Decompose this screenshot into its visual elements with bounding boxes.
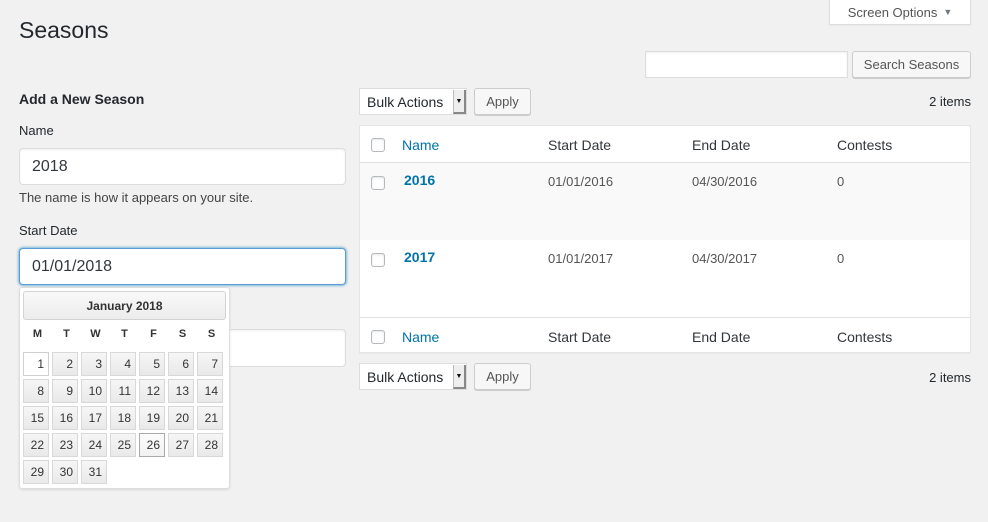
weekday-header: T [121,328,128,340]
datepicker-month-title: January 2018 [23,291,226,320]
start-date-input[interactable]: 01/01/2018 [19,248,346,285]
dropdown-arrow-icon: ▼ [453,365,466,389]
weekday-header: S [207,328,216,340]
column-header-name[interactable]: Name [402,137,439,153]
column-header-start-date: Start Date [548,137,612,153]
datepicker-day[interactable]: 17 [81,406,107,430]
dropdown-arrow-icon: ▼ [453,90,466,114]
datepicker-day[interactable]: 5 [139,352,165,376]
weekday-header: S [178,328,187,340]
bulk-actions-label: Bulk Actions [367,368,444,385]
datepicker-days: 1 2 3 4 5 6 7 8 9 10 11 12 13 14 15 16 17 18 19 20 21 22 23 24 2… [23,352,228,484]
datepicker-day[interactable]: 1 [23,352,49,376]
datepicker: January 2018 MTWTFSS 1 2 3 4 5 6 7 8 9 10 11 12 13 14… [19,287,230,489]
contests-cell: 0 [837,251,845,266]
datepicker-day[interactable]: 20 [168,406,194,430]
screen-options-label: Screen Options [847,4,938,20]
column-footer-contests: Contests [837,329,893,345]
column-footer-start-date: Start Date [548,329,612,345]
search-input[interactable] [645,51,848,78]
bulk-actions-select-bottom[interactable]: Bulk Actions ▼ [359,363,467,390]
datepicker-day[interactable]: 30 [52,460,78,484]
start-date-cell: 01/01/2017 [548,251,614,266]
name-help-text: The name is how it appears on your site. [19,190,254,205]
datepicker-day[interactable]: 16 [52,406,78,430]
datepicker-day[interactable]: 21 [197,406,223,430]
table-row: 2017 01/01/2017 04/30/2017 0 [360,240,970,317]
column-header-end-date: End Date [692,137,751,153]
column-header-contests: Contests [837,137,893,153]
page-title: Seasons [19,17,109,43]
start-date-input-value: 01/01/2018 [32,257,113,275]
items-count-top: 2 items [929,94,971,109]
select-all-checkbox[interactable] [371,138,385,152]
column-footer-end-date: End Date [692,329,751,345]
datepicker-day[interactable]: 23 [52,433,78,457]
bulk-actions-label: Bulk Actions [367,93,444,110]
weekday-header: W [90,328,101,340]
datepicker-day[interactable]: 11 [110,379,136,403]
end-date-cell: 04/30/2017 [692,251,758,266]
datepicker-day[interactable]: 27 [168,433,194,457]
datepicker-day[interactable]: 25 [110,433,136,457]
weekday-header: M [32,328,43,340]
end-date-cell: 04/30/2016 [692,174,758,189]
row-checkbox[interactable] [371,176,385,190]
weekday-header: T [63,328,70,340]
datepicker-day[interactable]: 29 [23,460,49,484]
datepicker-day[interactable]: 6 [168,352,194,376]
screen-options-button[interactable]: Screen Options ▼ [829,0,971,25]
form-title: Add a New Season [19,91,145,107]
start-date-label: Start Date [19,223,78,238]
weekday-header: F [150,328,157,340]
datepicker-day[interactable]: 12 [139,379,165,403]
datepicker-day[interactable]: 4 [110,352,136,376]
datepicker-day[interactable]: 31 [81,460,107,484]
table-footer-row: Name Start Date End Date Contests [360,317,970,353]
bulk-actions-select-top[interactable]: Bulk Actions ▼ [359,88,467,115]
datepicker-day[interactable]: 15 [23,406,49,430]
datepicker-day[interactable]: 28 [197,433,223,457]
datepicker-day[interactable]: 8 [23,379,49,403]
datepicker-day[interactable]: 18 [110,406,136,430]
name-input[interactable]: 2018 [19,148,346,185]
datepicker-day[interactable]: 10 [81,379,107,403]
datepicker-day[interactable]: 14 [197,379,223,403]
row-checkbox[interactable] [371,253,385,267]
select-all-checkbox-footer[interactable] [371,330,385,344]
datepicker-weekdays: MTWTFSS [23,328,228,340]
seasons-table: Name Start Date End Date Contests 2016 0… [359,125,971,353]
items-count-bottom: 2 items [929,370,971,385]
datepicker-day[interactable]: 24 [81,433,107,457]
datepicker-day[interactable]: 26 [139,433,165,457]
table-row: 2016 01/01/2016 04/30/2016 0 [360,163,970,240]
datepicker-day[interactable]: 7 [197,352,223,376]
season-name-link[interactable]: 2017 [404,249,435,265]
apply-button-bottom[interactable]: Apply [474,363,531,390]
season-name-link[interactable]: 2016 [404,172,435,188]
triangle-down-icon: ▼ [943,7,953,17]
datepicker-day[interactable]: 22 [23,433,49,457]
column-footer-name[interactable]: Name [402,329,439,345]
contests-cell: 0 [837,174,845,189]
table-header-row: Name Start Date End Date Contests [360,126,970,163]
apply-button-top[interactable]: Apply [474,88,531,115]
start-date-cell: 01/01/2016 [548,174,614,189]
datepicker-day[interactable]: 3 [81,352,107,376]
datepicker-day[interactable]: 9 [52,379,78,403]
name-label: Name [19,123,54,138]
name-input-value: 2018 [32,157,68,175]
datepicker-day[interactable]: 19 [139,406,165,430]
datepicker-day[interactable]: 2 [52,352,78,376]
datepicker-day[interactable]: 13 [168,379,194,403]
search-seasons-button[interactable]: Search Seasons [852,51,971,78]
